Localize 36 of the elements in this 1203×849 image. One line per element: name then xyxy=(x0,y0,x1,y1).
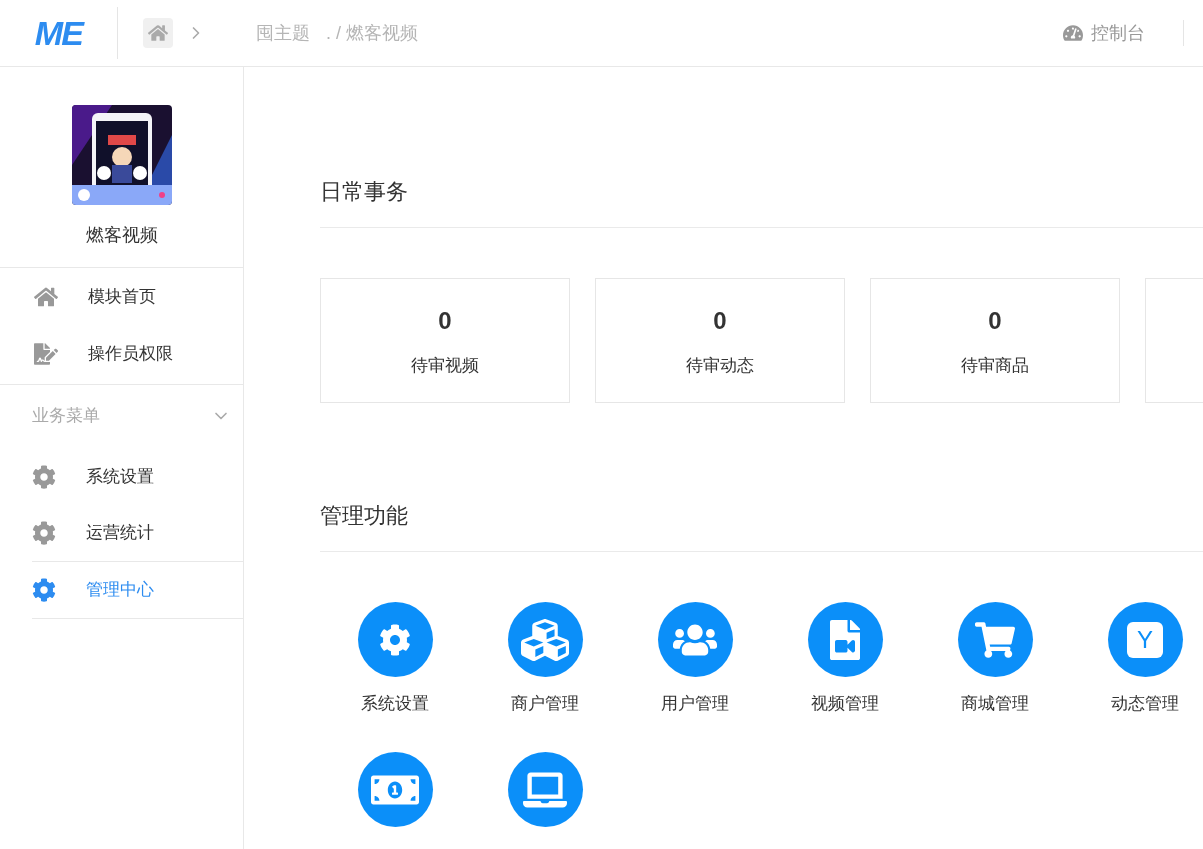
stat-label: 待审动态 xyxy=(686,354,754,377)
gauge-icon xyxy=(1063,23,1083,43)
module-label[interactable]: 视频管理 xyxy=(811,691,879,717)
logo: ME xyxy=(34,12,83,54)
gear-icon xyxy=(32,578,56,602)
stat-label: 待审商品 xyxy=(961,354,1029,377)
gear-icon xyxy=(379,623,411,656)
menu-item[interactable]: 管理中心 xyxy=(32,562,243,619)
menu-item[interactable]: 模块首页 xyxy=(0,268,243,325)
stat-count: 0 xyxy=(988,305,1002,336)
home-icon xyxy=(148,23,168,43)
stat-card[interactable]: 0 待审动态 xyxy=(595,278,845,403)
menu-item[interactable]: 系统设置 xyxy=(32,448,243,505)
menu-item[interactable]: 运营统计 xyxy=(32,505,243,562)
section-heading: 日常事务 xyxy=(320,178,409,206)
gear-icon xyxy=(32,464,56,489)
gear-icon xyxy=(32,521,56,545)
menu-item[interactable]: 操作员权限 xyxy=(0,325,243,382)
module-label[interactable]: 用户管理 xyxy=(661,691,729,717)
app-name: 燃客视频 xyxy=(85,224,158,247)
stat-count: 0 xyxy=(713,305,727,336)
stat-label: 待审视频 xyxy=(411,354,479,377)
cart-icon xyxy=(975,619,1015,660)
module-label[interactable]: 商户管理 xyxy=(511,691,579,717)
stat-card[interactable]: 0 待审视频 xyxy=(320,278,570,403)
home-button[interactable] xyxy=(143,18,173,48)
video-file-icon xyxy=(827,619,863,660)
section-title: 业务菜单 xyxy=(32,404,100,427)
section-heading: 管理功能 xyxy=(320,502,409,530)
document-edit-icon xyxy=(34,341,58,366)
module-label[interactable]: 系统设置 xyxy=(361,691,429,717)
module-label[interactable]: 动态管理 xyxy=(1111,691,1179,717)
module-label[interactable]: 商城管理 xyxy=(961,691,1029,717)
letter-icon: Y xyxy=(1127,621,1163,658)
stat-count: 0 xyxy=(438,305,452,336)
stat-card[interactable]: 0 待审商品 xyxy=(870,278,1120,403)
